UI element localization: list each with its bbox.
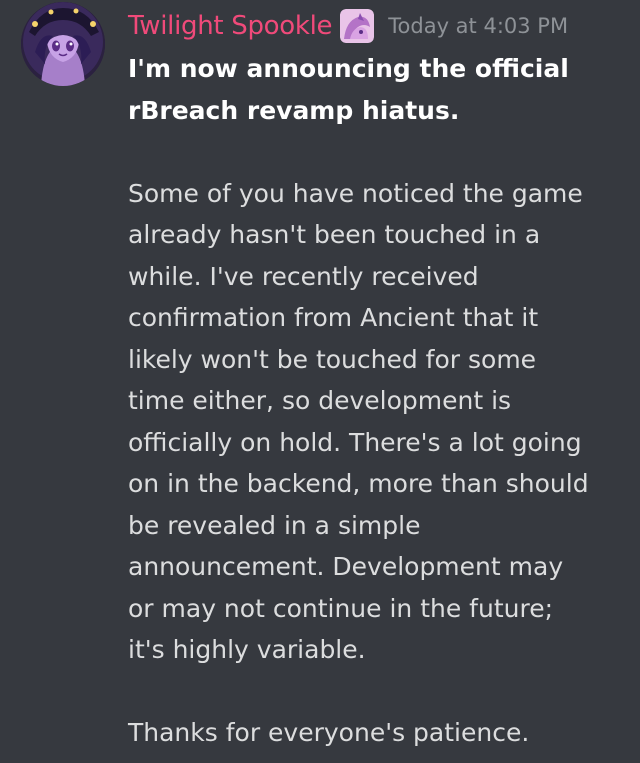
body-line: time either, so development is [128,386,512,415]
message-content: I'm now announcing the official rBreach … [128,48,628,754]
chat-message: Twilight Spookle Today at 4:03 PM I'm no… [0,0,640,763]
body-line: announcement. Development may [128,552,564,581]
body-line: it's highly variable. [128,635,366,664]
body-line: on in the backend, more than should [128,469,589,498]
body-line: confirmation from Ancient that it [128,303,539,332]
body-line: already hasn't been touched in a [128,220,541,249]
message-timestamp: Today at 4:03 PM [388,14,569,38]
body-line: while. I've recently received [128,261,479,291]
body-line: or may not continue in the future; [128,593,554,623]
pony-avatar-icon[interactable] [21,2,105,86]
announcement-line-2: rBreach revamp hiatus. [128,95,460,125]
body-line: officially on hold. There's a lot going [128,427,582,457]
username[interactable]: Twilight Spookle [128,11,333,41]
message-header: Twilight Spookle Today at 4:03 PM [128,6,568,46]
closing-line: Thanks for everyone's patience. [128,718,530,747]
announcement-line-1: I'm now announcing the official [128,54,569,83]
body-line: Some of you have noticed the game [128,178,583,208]
body-line: likely won't be touched for some [128,344,537,374]
body-line: be revealed in a simple [128,510,421,540]
pony-badge-icon[interactable] [340,9,375,43]
